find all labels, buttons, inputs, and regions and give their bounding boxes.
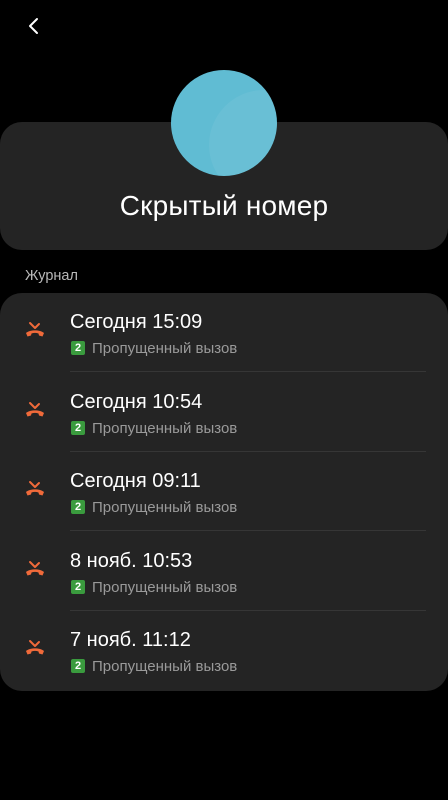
missed-call-icon	[26, 322, 44, 337]
sim-badge: 2	[71, 341, 85, 355]
call-status: Пропущенный вызов	[92, 420, 238, 437]
divider	[70, 530, 426, 531]
call-time: 8 нояб. 10:53	[70, 550, 193, 572]
call-log-row[interactable]: Сегодня 10:54 2 Пропущенный вызов	[0, 373, 448, 452]
section-label-log: Журнал	[25, 268, 78, 284]
call-time: Сегодня 15:09	[70, 311, 203, 333]
call-status: Пропущенный вызов	[92, 499, 238, 516]
call-log-row[interactable]: 7 нояб. 11:12 2 Пропущенный вызов	[0, 611, 448, 690]
call-time: Сегодня 09:11	[70, 470, 201, 492]
call-status: Пропущенный вызов	[92, 340, 238, 357]
chevron-left-icon	[29, 18, 38, 34]
missed-call-icon	[26, 640, 44, 655]
divider	[70, 371, 426, 372]
missed-call-icon	[26, 402, 44, 417]
contact-name: Скрытый номер	[119, 190, 329, 221]
sim-badge: 2	[71, 421, 85, 435]
sim-badge: 2	[71, 659, 85, 673]
call-status: Пропущенный вызов	[92, 579, 238, 596]
missed-call-icon	[26, 561, 44, 576]
avatar-sheen	[209, 90, 277, 176]
sim-badge: 2	[71, 580, 85, 594]
sim-badge: 2	[71, 500, 85, 514]
call-log-list: Сегодня 15:09 2 Пропущенный вызов Сегодн…	[0, 293, 448, 691]
call-log-row[interactable]: Сегодня 15:09 2 Пропущенный вызов	[0, 293, 448, 372]
missed-call-icon	[26, 481, 44, 496]
call-time: Сегодня 10:54	[70, 391, 203, 413]
call-log-row[interactable]: Сегодня 09:11 2 Пропущенный вызов	[0, 452, 448, 531]
call-history-screen: Скрытый номер Журнал Сегодня 15:09 2 Про…	[0, 0, 448, 800]
avatar	[171, 70, 277, 176]
back-button[interactable]	[18, 10, 50, 42]
call-time: 7 нояб. 11:12	[70, 629, 191, 651]
call-status: Пропущенный вызов	[92, 658, 238, 675]
call-log-row[interactable]: 8 нояб. 10:53 2 Пропущенный вызов	[0, 532, 448, 611]
